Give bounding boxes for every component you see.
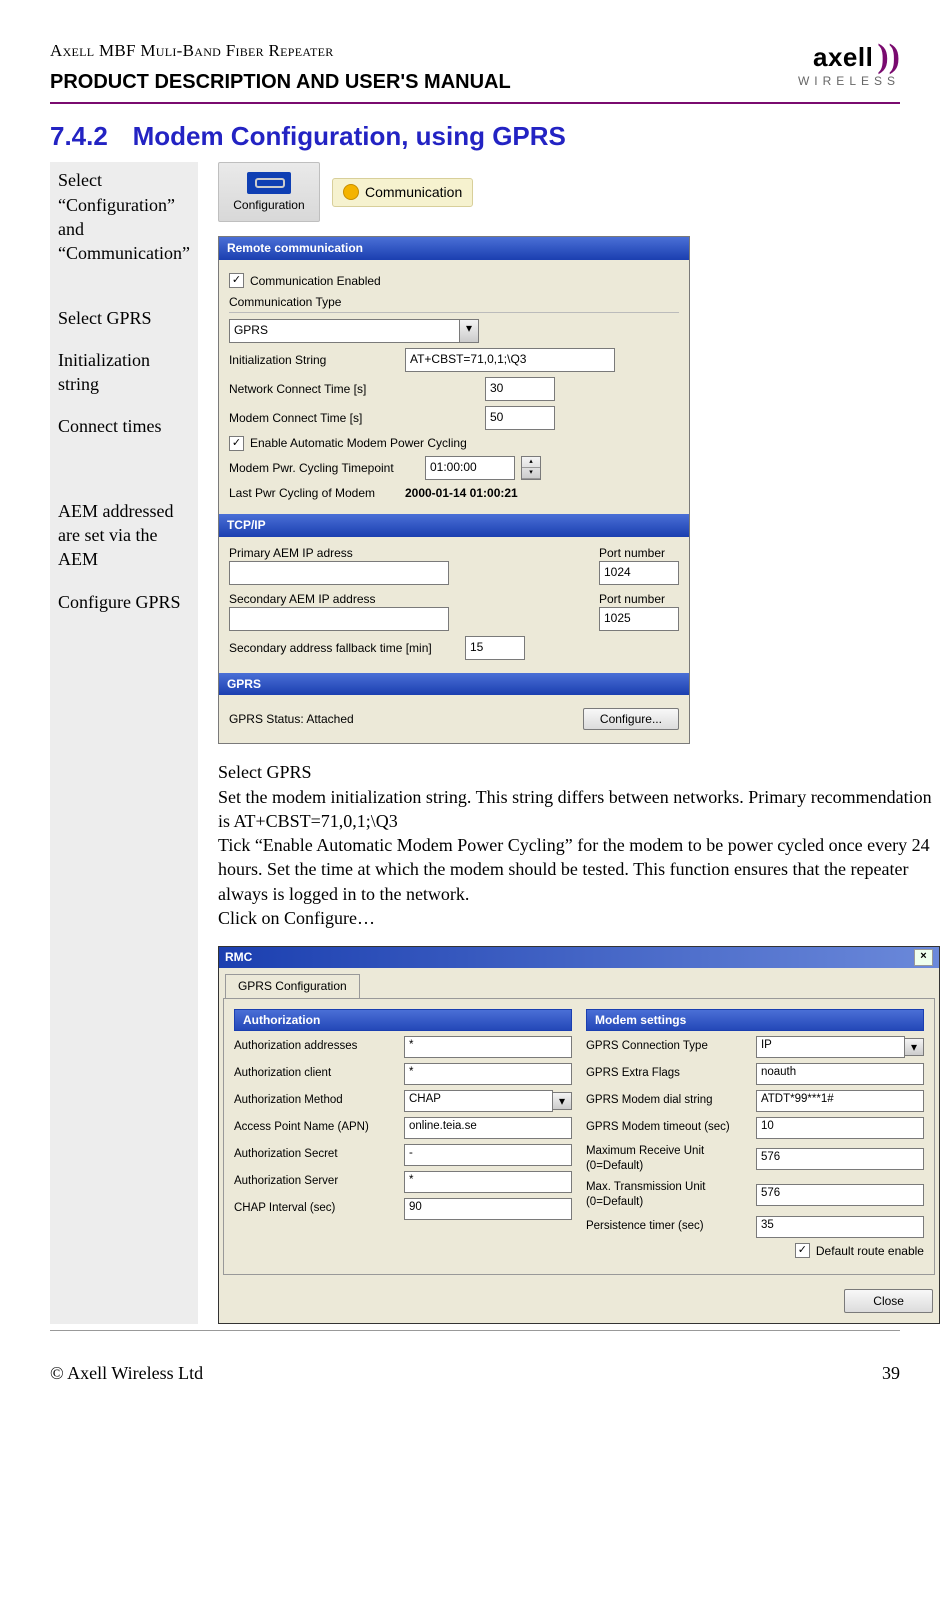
- apn-input[interactable]: online.teia.se: [404, 1117, 572, 1139]
- window-title: Remote communication: [219, 237, 689, 259]
- page-number: 39: [882, 1361, 900, 1385]
- communication-badge[interactable]: Communication: [332, 178, 473, 207]
- logo-arc-icon: )): [877, 47, 900, 67]
- callout-step: Configure GPRS: [58, 590, 190, 614]
- persistence-input[interactable]: 35: [756, 1216, 924, 1238]
- chevron-down-icon[interactable]: ▾: [905, 1038, 924, 1056]
- fallback-input[interactable]: 15: [465, 636, 525, 660]
- callout-step: Connect times: [58, 414, 190, 438]
- footer-rule: [50, 1330, 900, 1331]
- init-string-input[interactable]: AT+CBST=71,0,1;\Q3: [405, 348, 615, 372]
- gprs-config-dialog: RMC × GPRS Configuration Authorization A…: [218, 946, 940, 1324]
- extra-flags-input[interactable]: noauth: [756, 1063, 924, 1085]
- brand-logo: axell )) WIRELESS: [730, 40, 900, 89]
- dial-string-input[interactable]: ATDT*99***1#: [756, 1090, 924, 1112]
- page-header: Axell MBF Muli-Band Fiber Repeater PRODU…: [50, 40, 900, 96]
- gprs-header: GPRS: [219, 673, 689, 695]
- instruction-block: Select GPRS Set the modem initialization…: [218, 760, 940, 930]
- cycle-timepoint-input[interactable]: 01:00:00: [425, 456, 515, 480]
- primary-ip-input[interactable]: [229, 561, 449, 585]
- time-spinner[interactable]: ▴▾: [521, 456, 541, 480]
- section-heading: 7.4.2 Modem Configuration, using GPRS: [50, 118, 900, 154]
- mru-input[interactable]: 576: [756, 1148, 924, 1170]
- callout-step: Select “Configuration” and “Communicatio…: [58, 168, 190, 265]
- callout-step: AEM addressed are set via the AEM: [58, 499, 190, 572]
- auth-secret-input[interactable]: -: [404, 1144, 572, 1166]
- callout-sidebar: Select “Configuration” and “Communicatio…: [50, 162, 198, 1324]
- callout-step: Select GPRS: [58, 306, 190, 330]
- auth-method-dropdown[interactable]: CHAP: [404, 1090, 553, 1112]
- primary-port-input[interactable]: 1024: [599, 561, 679, 585]
- secondary-port-input[interactable]: 1025: [599, 607, 679, 631]
- auth-client-input[interactable]: *: [404, 1063, 572, 1085]
- configuration-icon[interactable]: Configuration: [218, 162, 320, 222]
- tcpip-header: TCP/IP: [219, 514, 689, 536]
- last-cycle-value: 2000-01-14 01:00:21: [405, 485, 518, 501]
- net-time-input[interactable]: 30: [485, 377, 555, 401]
- modem-time-input[interactable]: 50: [485, 406, 555, 430]
- modem-timeout-input[interactable]: 10: [756, 1117, 924, 1139]
- callout-step: Initialization string: [58, 348, 190, 397]
- product-line: Axell MBF Muli-Band Fiber Repeater: [50, 40, 730, 63]
- remote-comm-window: Remote communication ✓ Communication Ena…: [218, 236, 690, 744]
- dialog-title: RMC: [225, 949, 252, 966]
- chevron-down-icon[interactable]: ▾: [459, 319, 479, 343]
- chap-interval-input[interactable]: 90: [404, 1198, 572, 1220]
- configure-button[interactable]: Configure...: [583, 708, 679, 730]
- authorization-panel: Authorization Authorization addresses* A…: [234, 1009, 572, 1264]
- tab-gprs-config[interactable]: GPRS Configuration: [225, 974, 360, 997]
- comm-type-dropdown[interactable]: GPRS ▾: [229, 319, 479, 343]
- secondary-ip-input[interactable]: [229, 607, 449, 631]
- close-button[interactable]: Close: [844, 1289, 933, 1313]
- close-icon[interactable]: ×: [914, 949, 933, 966]
- page-footer: © Axell Wireless Ltd 39: [50, 1361, 900, 1385]
- mtu-input[interactable]: 576: [756, 1184, 924, 1206]
- doc-subtitle: PRODUCT DESCRIPTION AND USER'S MANUAL: [50, 69, 730, 96]
- conn-type-dropdown[interactable]: IP: [756, 1036, 905, 1058]
- communication-icon: [343, 184, 359, 200]
- modem-settings-panel: Modem settings GPRS Connection TypeIP▾ G…: [586, 1009, 924, 1264]
- chevron-down-icon[interactable]: ▾: [553, 1092, 572, 1110]
- toolbar-icons: Configuration Communication: [218, 162, 940, 222]
- auth-addresses-input[interactable]: *: [404, 1036, 572, 1058]
- header-rule: [50, 102, 900, 104]
- enable-cycle-checkbox[interactable]: ✓: [229, 436, 244, 451]
- default-route-checkbox[interactable]: ✓: [795, 1243, 810, 1258]
- copyright: © Axell Wireless Ltd: [50, 1361, 203, 1385]
- auth-server-input[interactable]: *: [404, 1171, 572, 1193]
- wrench-icon: [247, 172, 291, 194]
- gprs-status: GPRS Status: Attached: [229, 711, 354, 727]
- comm-enabled-checkbox[interactable]: ✓: [229, 273, 244, 288]
